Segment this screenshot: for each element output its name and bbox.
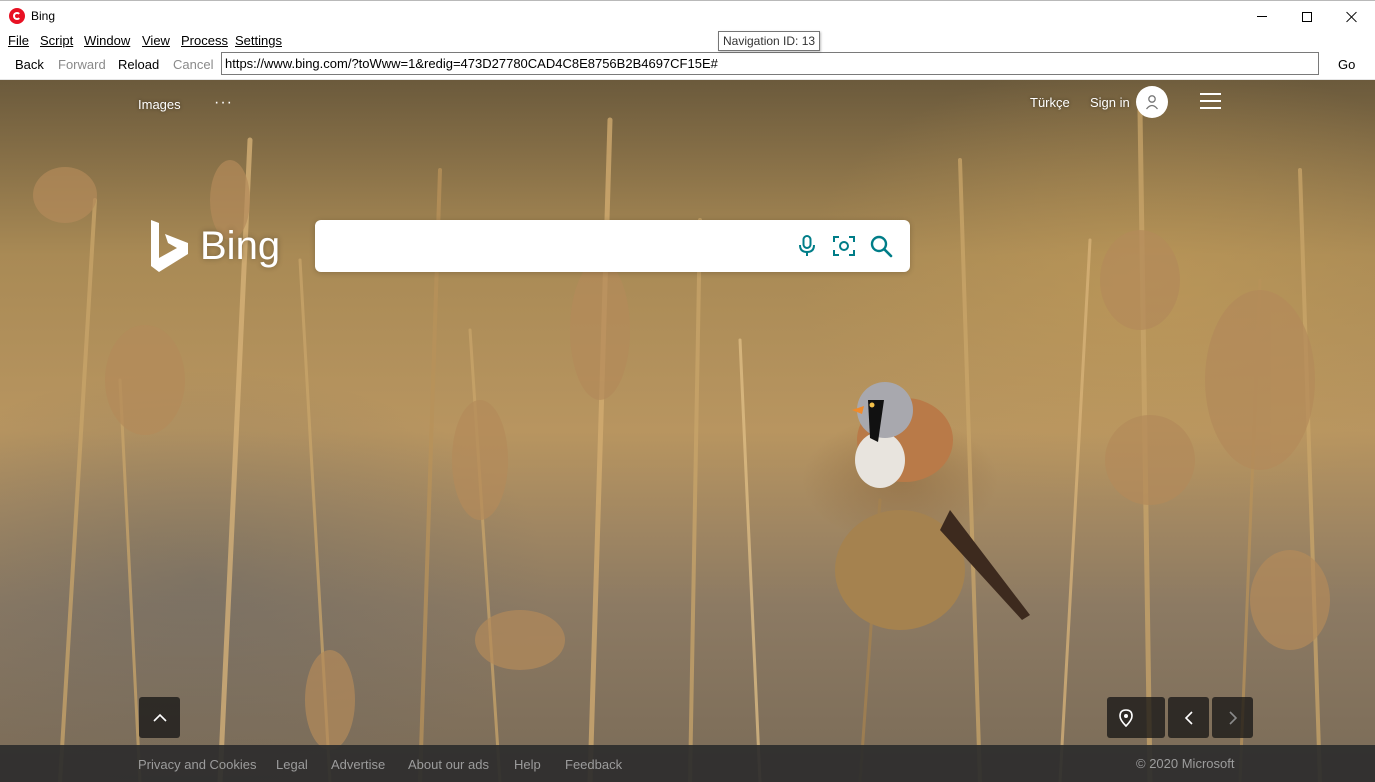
menu-script-label: Script [40, 33, 74, 48]
menu-view[interactable]: View [142, 33, 170, 48]
maximize-icon [1302, 11, 1312, 22]
menu-window[interactable]: Window [84, 33, 130, 48]
footer-link-advertise[interactable]: Advertise [331, 757, 385, 772]
bing-logo[interactable]: Bing [148, 218, 288, 278]
cancel-button[interactable]: Cancel [173, 57, 213, 72]
search-icon [870, 235, 893, 258]
image-location-button[interactable] [1107, 697, 1165, 738]
menu-file-label: File [8, 33, 29, 48]
menu-process[interactable]: Process [181, 33, 228, 48]
hamburger-line [1200, 93, 1221, 95]
location-pin-icon [1119, 708, 1133, 727]
sign-in-link[interactable]: Sign in [1090, 95, 1130, 110]
footer-link-feedback[interactable]: Feedback [565, 757, 622, 772]
menu-bar: File Script Window View Process Settings [0, 31, 1375, 51]
search-box [315, 220, 910, 272]
minimize-button[interactable] [1239, 1, 1285, 32]
language-link[interactable]: Türkçe [1030, 95, 1070, 110]
images-link[interactable]: Images [138, 97, 181, 112]
close-button[interactable] [1329, 1, 1375, 32]
person-icon [1145, 95, 1159, 110]
minimize-icon [1257, 16, 1267, 17]
copyright-text: © 2020 Microsoft [1136, 756, 1235, 771]
menu-settings[interactable]: Settings [235, 33, 282, 48]
previous-image-button[interactable] [1168, 697, 1209, 738]
camera-scan-icon [833, 236, 855, 256]
app-logo-icon [9, 8, 25, 24]
hamburger-line [1200, 107, 1221, 109]
menu-settings-label: Settings [235, 33, 282, 48]
menu-process-label: Process [181, 33, 228, 48]
visual-search-button[interactable] [831, 233, 857, 259]
chevron-right-icon [1228, 710, 1237, 725]
window-titlebar: Bing [0, 0, 1375, 31]
close-icon [1346, 11, 1358, 23]
back-button[interactable]: Back [15, 57, 44, 72]
voice-search-button[interactable] [794, 233, 820, 259]
user-avatar[interactable] [1136, 86, 1168, 118]
next-image-button[interactable] [1212, 697, 1253, 738]
menu-window-label: Window [84, 33, 131, 48]
menu-file[interactable]: File [8, 33, 29, 48]
bing-wordmark: Bing [200, 224, 281, 268]
menu-view-label: View [142, 33, 170, 48]
bing-b-icon [151, 220, 188, 272]
footer-link-privacy[interactable]: Privacy and Cookies [138, 757, 257, 772]
hamburger-line [1200, 100, 1221, 102]
page-footer: Privacy and Cookies Legal Advertise Abou… [0, 745, 1375, 782]
forward-button[interactable]: Forward [58, 57, 106, 72]
go-button[interactable]: Go [1338, 57, 1355, 72]
bird-illustration [835, 382, 1030, 630]
reload-button[interactable]: Reload [118, 57, 159, 72]
menu-script[interactable]: Script [40, 33, 73, 48]
chevron-left-icon [1184, 710, 1193, 725]
maximize-button[interactable] [1284, 1, 1330, 32]
navigation-toolbar: Back Forward Reload Cancel Go [0, 51, 1375, 80]
background-reeds-image [33, 107, 1330, 782]
search-input[interactable] [329, 232, 789, 260]
bing-homepage: Images ··· Türkçe Sign in Bing [0, 80, 1375, 782]
scroll-up-button[interactable] [139, 697, 180, 738]
microphone-icon [799, 235, 815, 256]
footer-link-help[interactable]: Help [514, 757, 541, 772]
url-input[interactable] [221, 52, 1319, 75]
navigation-id-tooltip: Navigation ID: 13 [718, 31, 821, 51]
window-title: Bing [31, 9, 56, 23]
hamburger-menu-button[interactable] [1200, 93, 1221, 109]
chevron-up-icon [152, 713, 167, 722]
footer-link-legal[interactable]: Legal [276, 757, 308, 772]
footer-link-about-ads[interactable]: About our ads [408, 757, 489, 772]
more-menu-button[interactable]: ··· [214, 94, 233, 112]
search-submit-button[interactable] [868, 233, 894, 259]
